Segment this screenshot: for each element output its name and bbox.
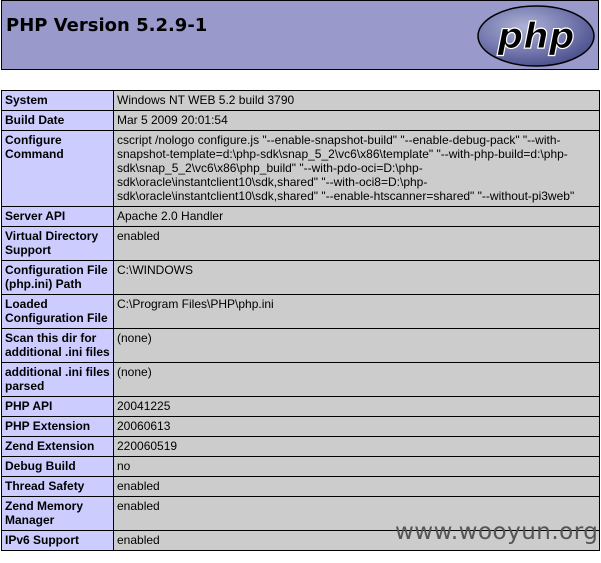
info-row: Build Date Mar 5 2009 20:01:54: [1, 110, 600, 131]
info-row: Debug Build no: [1, 456, 600, 477]
info-value: cscript /nologo configure.js "--enable-s…: [113, 130, 600, 207]
info-key: Configure Command: [1, 130, 114, 207]
info-row: PHP Extension 20060613: [1, 416, 600, 437]
info-row: additional .ini files parsed (none): [1, 362, 600, 397]
info-value: 20041225: [113, 396, 600, 417]
info-key: PHP API: [1, 396, 114, 417]
php-logo-text: php: [496, 16, 574, 57]
info-key: Zend Memory Manager: [1, 496, 114, 531]
info-value: no: [113, 456, 600, 477]
info-key: Scan this dir for additional .ini files: [1, 328, 114, 363]
info-row: Thread Safety enabled: [1, 476, 600, 497]
info-key: IPv6 Support: [1, 530, 114, 551]
info-key: Zend Extension: [1, 436, 114, 457]
watermark-text: www.wooyun.org: [395, 519, 599, 545]
phpinfo-page: PHP Version 5.2.9-1 php System Windows NT…: [0, 0, 601, 563]
info-row: Zend Extension 220060519: [1, 436, 600, 457]
info-key: Virtual Directory Support: [1, 226, 114, 261]
info-row: Configuration File (php.ini) Path C:\WIND…: [1, 260, 600, 295]
info-value: 20060613: [113, 416, 600, 437]
info-row: Virtual Directory Support enabled: [1, 226, 600, 261]
info-value: Mar 5 2009 20:01:54: [113, 110, 600, 131]
info-key: Debug Build: [1, 456, 114, 477]
info-value: (none): [113, 328, 600, 363]
info-value: C:\Program Files\PHP\php.ini: [113, 294, 600, 329]
info-value: Windows NT WEB 5.2 build 3790: [113, 90, 600, 111]
info-value: Apache 2.0 Handler: [113, 206, 600, 227]
info-row: Configure Command cscript /nologo configu…: [1, 130, 600, 207]
info-value: 220060519: [113, 436, 600, 457]
info-row: Scan this dir for additional .ini files(…: [1, 328, 600, 363]
info-table: System Windows NT WEB 5.2 build 3790 Build…: [1, 90, 600, 551]
info-row: Loaded Configuration File C:\Program File…: [1, 294, 600, 329]
info-key: Server API: [1, 206, 114, 227]
info-key: Build Date: [1, 110, 114, 131]
info-row: Server API Apache 2.0 Handler: [1, 206, 600, 227]
info-key: Loaded Configuration File: [1, 294, 114, 329]
page-title: PHP Version 5.2.9-1: [6, 15, 208, 36]
info-key: additional .ini files parsed: [1, 362, 114, 397]
info-key: PHP Extension: [1, 416, 114, 437]
info-value: C:\WINDOWS: [113, 260, 600, 295]
info-value: (none): [113, 362, 600, 397]
info-value: enabled: [113, 226, 600, 261]
info-row: PHP API 20041225: [1, 396, 600, 417]
info-row: System Windows NT WEB 5.2 build 3790: [1, 90, 600, 111]
header-bar: PHP Version 5.2.9-1 php: [1, 0, 599, 70]
info-value: enabled: [113, 476, 600, 497]
info-key: Configuration File (php.ini) Path: [1, 260, 114, 295]
info-key: Thread Safety: [1, 476, 114, 497]
php-logo-icon[interactable]: php: [476, 4, 596, 68]
info-key: System: [1, 90, 114, 111]
